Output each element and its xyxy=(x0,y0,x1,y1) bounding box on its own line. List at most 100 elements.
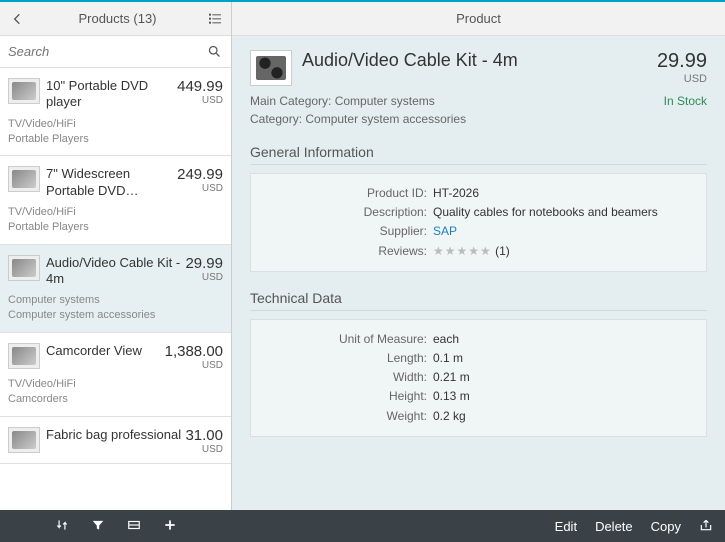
product-list: 10" Portable DVD player449.99USDTV/Video… xyxy=(0,68,231,510)
item-currency: USD xyxy=(177,183,223,194)
uom-value: each xyxy=(433,330,459,349)
item-currency: USD xyxy=(177,95,223,106)
thumbnail xyxy=(8,427,40,453)
back-arrow-icon xyxy=(10,11,26,27)
product-image xyxy=(250,50,292,86)
list-grid-icon xyxy=(207,11,223,27)
item-price: 249.99 xyxy=(177,166,223,183)
height-label: Height: xyxy=(263,387,433,406)
divider xyxy=(250,164,707,165)
description-label: Description: xyxy=(263,203,433,222)
item-price: 449.99 xyxy=(177,78,223,95)
item-price-block: 249.99USD xyxy=(177,166,223,194)
thumbnail xyxy=(8,78,40,104)
item-price: 29.99 xyxy=(185,255,223,272)
star-rating-icon: ★★★★★ xyxy=(433,244,492,258)
view-toggle-button[interactable] xyxy=(199,11,231,27)
thumbnail xyxy=(8,255,40,281)
add-button[interactable] xyxy=(163,518,177,535)
main-category-label: Main Category: xyxy=(250,94,331,108)
filter-icon xyxy=(91,518,105,532)
reviews-count: (1) xyxy=(495,244,510,258)
search-input[interactable] xyxy=(8,44,205,59)
price-block: 29.99 USD xyxy=(657,50,707,85)
thumbnail xyxy=(8,166,40,192)
search-icon[interactable] xyxy=(205,43,223,61)
weight-value: 0.2 kg xyxy=(433,407,466,426)
plus-icon xyxy=(163,518,177,532)
search-row xyxy=(0,36,231,68)
footer-left xyxy=(0,518,232,535)
list-item[interactable]: Fabric bag professional31.00USD xyxy=(0,417,231,464)
item-name: 10" Portable DVD player xyxy=(46,78,177,111)
width-label: Width: xyxy=(263,368,433,387)
description-value: Quality cables for notebooks and beamers xyxy=(433,203,658,222)
item-meta: Computer systemsComputer system accessor… xyxy=(8,293,223,324)
detail-panel: Product Audio/Video Cable Kit - 4m 29.99… xyxy=(232,2,725,510)
item-price-block: 449.99USD xyxy=(177,78,223,106)
item-meta: TV/Video/HiFiPortable Players xyxy=(8,205,223,236)
item-name: Audio/Video Cable Kit - 4m xyxy=(46,255,185,288)
item-price: 1,388.00 xyxy=(165,343,223,360)
reviews-value: ★★★★★ (1) xyxy=(433,242,510,261)
product-id-value: HT-2026 xyxy=(433,184,479,203)
group-icon xyxy=(127,518,141,532)
height-value: 0.13 m xyxy=(433,387,470,406)
item-price-block: 31.00USD xyxy=(185,427,223,455)
list-item[interactable]: 7" Widescreen Portable DVD…249.99USD TV/V… xyxy=(0,156,231,244)
supplier-link[interactable]: SAP xyxy=(433,222,457,241)
main-category-row: Main Category: Computer systems In Stock xyxy=(250,94,707,108)
product-currency: USD xyxy=(657,73,707,85)
detail-head-row: Audio/Video Cable Kit - 4m 29.99 USD xyxy=(250,50,707,86)
length-value: 0.1 m xyxy=(433,349,463,368)
width-value: 0.21 m xyxy=(433,368,470,387)
detail-body: Audio/Video Cable Kit - 4m 29.99 USD Mai… xyxy=(232,36,725,510)
footer-right: Edit Delete Copy xyxy=(232,518,725,535)
divider xyxy=(250,310,707,311)
group-button[interactable] xyxy=(127,518,141,535)
item-meta: TV/Video/HiFiCamcorders xyxy=(8,377,223,408)
list-item[interactable]: Audio/Video Cable Kit - 4m29.99USD Comput… xyxy=(0,245,231,333)
detail-header: Product xyxy=(232,2,725,36)
item-name: Camcorder View xyxy=(46,343,165,359)
sort-button[interactable] xyxy=(55,518,69,535)
category-value: Computer system accessories xyxy=(305,112,466,126)
category-label: Category: xyxy=(250,112,302,126)
reviews-label: Reviews: xyxy=(263,242,433,261)
item-currency: USD xyxy=(165,360,223,371)
length-label: Length: xyxy=(263,349,433,368)
item-name: Fabric bag professional xyxy=(46,427,185,443)
master-title: Products (13) xyxy=(36,11,199,26)
share-button[interactable] xyxy=(699,518,713,535)
product-id-label: Product ID: xyxy=(263,184,433,203)
section-general-title: General Information xyxy=(250,144,707,160)
weight-label: Weight: xyxy=(263,407,433,426)
app-root: Products (13) 10" Portable DVD player449… xyxy=(0,0,725,542)
product-price: 29.99 xyxy=(657,50,707,73)
list-item[interactable]: Camcorder View1,388.00USD TV/Video/HiFiCa… xyxy=(0,333,231,417)
footer-bar: Edit Delete Copy xyxy=(0,510,725,542)
thumbnail xyxy=(8,343,40,369)
share-icon xyxy=(699,518,713,532)
filter-button[interactable] xyxy=(91,518,105,535)
copy-button[interactable]: Copy xyxy=(651,519,681,534)
list-item[interactable]: 10" Portable DVD player449.99USD TV/Video… xyxy=(0,68,231,156)
item-currency: USD xyxy=(185,272,223,283)
uom-label: Unit of Measure: xyxy=(263,330,433,349)
back-button[interactable] xyxy=(0,11,36,27)
item-price: 31.00 xyxy=(185,427,223,444)
item-meta: TV/Video/HiFiPortable Players xyxy=(8,117,223,148)
edit-button[interactable]: Edit xyxy=(555,519,577,534)
master-panel: Products (13) 10" Portable DVD player449… xyxy=(0,2,232,510)
item-price-block: 29.99USD xyxy=(185,255,223,283)
general-info-panel: Product ID:HT-2026 Description:Quality c… xyxy=(250,173,707,272)
split-content: Products (13) 10" Portable DVD player449… xyxy=(0,2,725,510)
section-technical-title: Technical Data xyxy=(250,290,707,306)
supplier-label: Supplier: xyxy=(263,222,433,241)
technical-data-panel: Unit of Measure:each Length:0.1 m Width:… xyxy=(250,319,707,437)
master-header: Products (13) xyxy=(0,2,231,36)
item-name: 7" Widescreen Portable DVD… xyxy=(46,166,177,199)
item-currency: USD xyxy=(185,444,223,455)
delete-button[interactable]: Delete xyxy=(595,519,633,534)
category-row: Category: Computer system accessories xyxy=(250,112,707,126)
